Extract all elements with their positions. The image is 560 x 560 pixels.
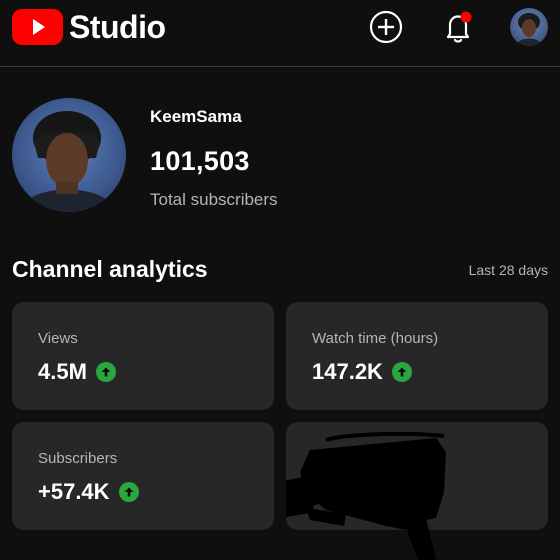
trend-up-icon	[95, 362, 116, 382]
total-subscriber-count: 101,503	[150, 146, 250, 176]
card-label: Views	[38, 330, 78, 347]
analytics-period: Last 28 days	[468, 262, 548, 278]
header-divider	[0, 66, 560, 67]
card-value: 147.2K	[312, 359, 383, 384]
card-value: +57.4K	[38, 479, 110, 504]
trend-up-icon	[118, 482, 139, 502]
channel-avatar[interactable]	[12, 98, 126, 212]
trend-up-icon	[391, 362, 412, 382]
channel-analytics-title: Channel analytics	[12, 256, 208, 282]
subscribers-card[interactable]: Subscribers +57.4K	[12, 422, 274, 530]
redacted-card[interactable]	[286, 422, 548, 560]
card-value-row: +57.4K	[38, 479, 139, 505]
card-value-row: 147.2K	[312, 359, 412, 385]
card-label: Watch time (hours)	[312, 330, 439, 347]
card-label: Subscribers	[38, 450, 118, 467]
youtube-studio-logo[interactable]: Studio	[12, 9, 166, 45]
create-icon	[369, 10, 403, 44]
notifications-button[interactable]	[440, 9, 476, 45]
views-card[interactable]: Views 4.5M	[12, 302, 274, 410]
watch-time-card[interactable]: Watch time (hours) 147.2K	[286, 302, 548, 410]
card-value-row: 4.5M	[38, 359, 116, 385]
account-avatar[interactable]	[510, 8, 548, 46]
channel-name[interactable]: KeemSama	[150, 107, 242, 127]
youtube-play-icon	[12, 9, 63, 45]
notifications-icon	[446, 11, 472, 43]
create-button[interactable]	[368, 9, 404, 45]
top-bar: Studio	[0, 0, 560, 66]
card-value: 4.5M	[38, 359, 87, 384]
logo-text: Studio	[69, 9, 166, 45]
redaction-scribble	[286, 431, 446, 560]
total-subscribers-label: Total subscribers	[150, 190, 278, 209]
